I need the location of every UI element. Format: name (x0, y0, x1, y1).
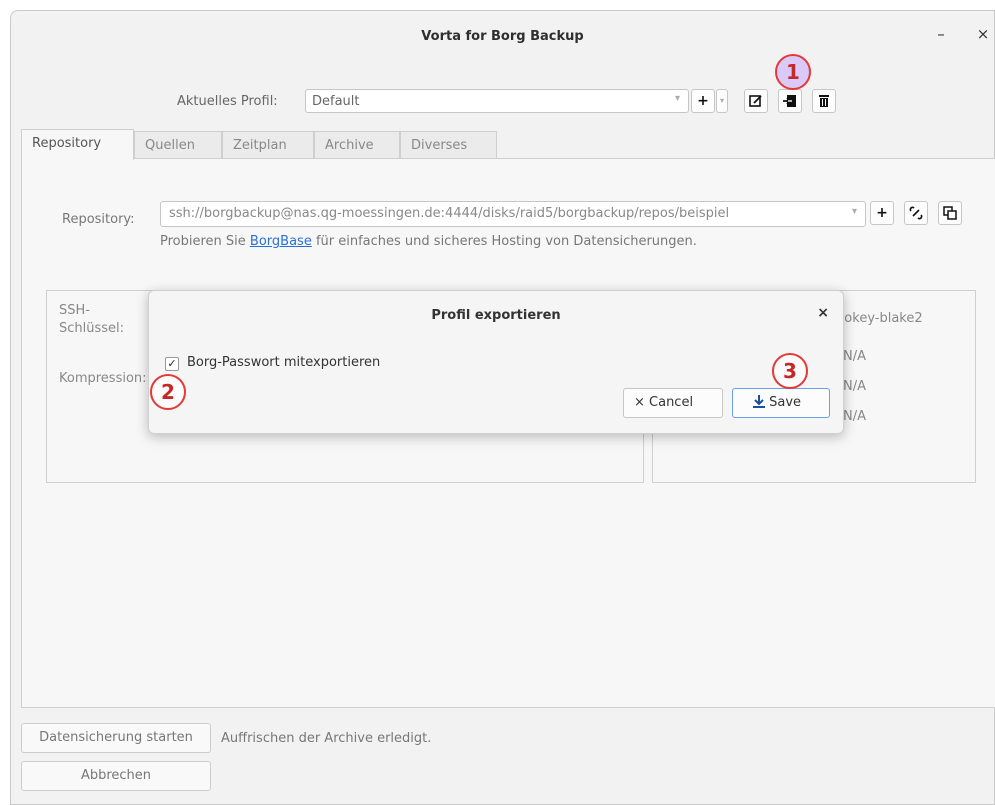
unlink-icon (909, 206, 923, 220)
edit-icon (749, 95, 762, 107)
annotation-badge-2: 2 (150, 374, 186, 410)
unlink-repository-button[interactable] (904, 201, 928, 225)
plus-icon: + (697, 93, 709, 109)
export-password-checkbox[interactable]: ✓ (165, 357, 179, 371)
add-profile-dropdown[interactable]: ▾ (716, 89, 728, 113)
chevron-down-icon: ▾ (674, 93, 680, 104)
add-profile-button[interactable]: + (691, 89, 715, 113)
delete-profile-button[interactable] (812, 89, 836, 113)
close-window-button[interactable]: × (972, 23, 994, 45)
export-icon (783, 95, 796, 107)
info-value-1: N/A (843, 349, 866, 364)
ssh-key-label-line1: SSH- (59, 303, 90, 318)
hint-prefix: Probieren Sie (160, 234, 250, 249)
repository-select-value: ssh://borgbackup@nas.qg-moessingen.de:44… (169, 206, 730, 221)
window-title: Vorta for Borg Backup (421, 29, 584, 44)
borgbase-hint: Probieren Sie BorgBase für einfaches und… (160, 234, 697, 249)
chevron-down-icon: ▾ (851, 206, 857, 217)
ssh-key-label-line2: Schlüssel: (59, 321, 125, 336)
dialog-close-icon[interactable]: × (817, 305, 829, 321)
profile-select-value: Default (312, 94, 360, 109)
repository-select[interactable]: ssh://borgbackup@nas.qg-moessingen.de:44… (160, 201, 866, 227)
tab-quellen[interactable]: Quellen (134, 131, 222, 159)
copy-icon (943, 206, 957, 220)
tab-diverses[interactable]: Diverses (400, 131, 497, 159)
tab-repository[interactable]: Repository (21, 129, 134, 160)
save-button[interactable]: Save (732, 388, 830, 418)
abort-button[interactable]: Abbrechen (21, 761, 211, 791)
annotation-badge-3: 3 (772, 353, 808, 389)
edit-profile-button[interactable] (744, 89, 768, 113)
tab-archive[interactable]: Archive (314, 131, 400, 159)
status-text: Auffrischen der Archive erledigt. (221, 731, 432, 746)
profile-row: Aktuelles Profil: Default ▾ + ▾ (11, 89, 994, 115)
info-value-2: N/A (843, 379, 866, 394)
export-profile-button[interactable] (778, 89, 802, 113)
tab-zeitplan[interactable]: Zeitplan (222, 131, 314, 159)
copy-repository-button[interactable] (938, 201, 962, 225)
profile-label: Aktuelles Profil: (177, 94, 278, 109)
minimize-button[interactable]: – (930, 23, 952, 45)
compression-label: Kompression: (59, 371, 147, 386)
trash-icon (819, 95, 829, 107)
export-password-label: Borg-Passwort mitexportieren (187, 355, 381, 370)
dialog-title: Profil exportieren (431, 308, 561, 323)
save-label: Save (769, 395, 802, 410)
annotation-badge-1: 1 (775, 54, 811, 90)
cancel-button[interactable]: × Cancel (623, 388, 723, 418)
chevron-down-icon: ▾ (719, 96, 724, 105)
plus-icon: + (876, 205, 888, 221)
repository-label: Repository: (62, 212, 135, 227)
start-backup-button[interactable]: Datensicherung starten (21, 723, 211, 753)
download-icon (753, 395, 765, 408)
hint-suffix: für einfaches und sicheres Hosting von D… (311, 234, 697, 249)
export-profile-dialog: Profil exportieren × ✓ Borg-Passwort mit… (148, 290, 844, 434)
profile-select[interactable]: Default ▾ (305, 89, 689, 113)
title-bar[interactable]: Vorta for Borg Backup – × (11, 11, 994, 67)
add-repository-button[interactable]: + (870, 201, 894, 225)
info-value-3: N/A (843, 409, 866, 424)
borgbase-link[interactable]: BorgBase (250, 234, 312, 249)
